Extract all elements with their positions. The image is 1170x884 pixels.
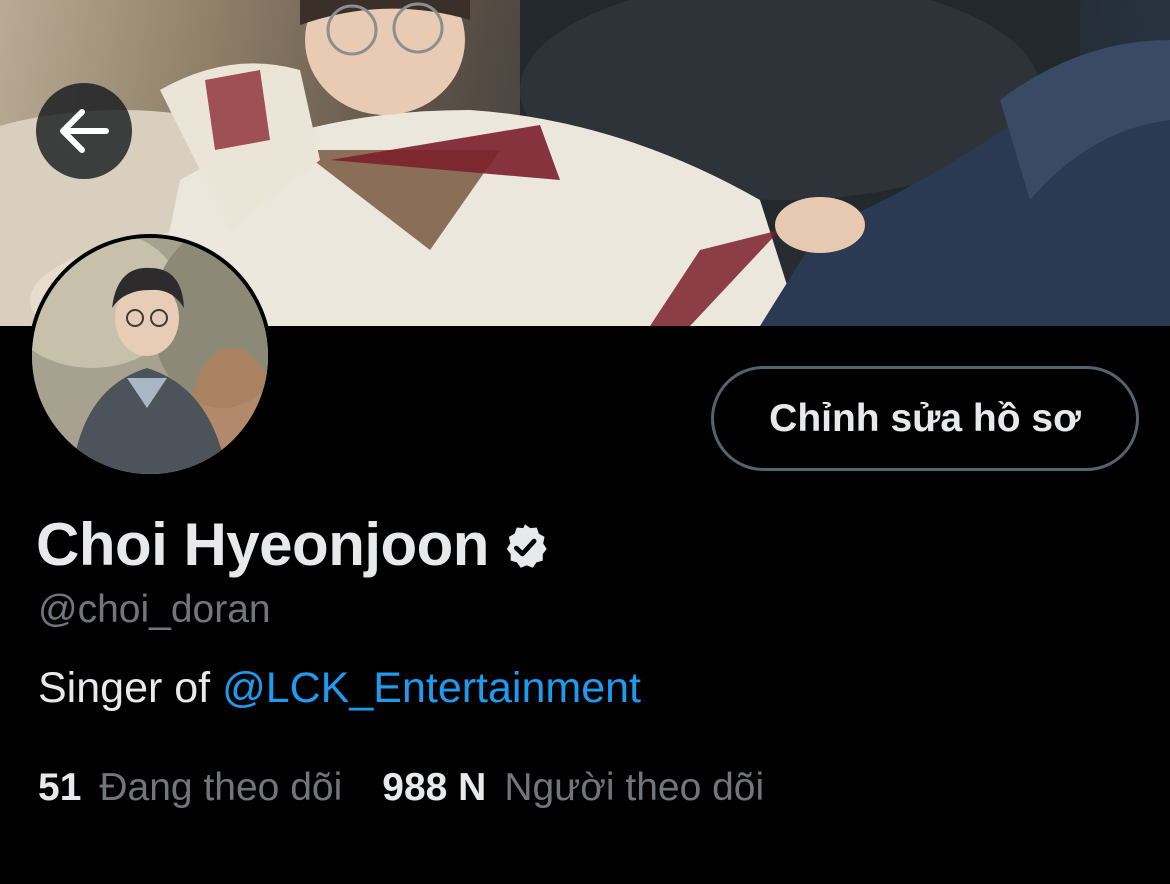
following-label: Đang theo dõi <box>99 766 343 809</box>
following-stat[interactable]: 51 Đang theo dõi <box>38 766 342 810</box>
follow-stats: 51 Đang theo dõi 988 N Người theo dõi <box>38 766 764 810</box>
verified-badge-icon[interactable] <box>499 521 551 573</box>
name-row: Choi Hyeonjoon <box>36 510 551 579</box>
followers-count: 988 N <box>382 766 487 809</box>
edit-profile-button[interactable]: Chỉnh sửa hồ sơ <box>711 366 1139 471</box>
bio-mention-link[interactable]: @LCK_Entertainment <box>222 664 641 712</box>
avatar[interactable] <box>28 234 272 478</box>
followers-label: Người theo dõi <box>504 766 765 809</box>
bio: Singer of @LCK_Entertainment <box>38 664 641 713</box>
display-name: Choi Hyeonjoon <box>36 511 489 578</box>
arrow-left-icon <box>60 109 109 153</box>
back-button[interactable] <box>36 83 132 179</box>
avatar-image <box>32 238 268 474</box>
following-count: 51 <box>38 766 82 809</box>
bio-text: Singer of <box>38 664 223 712</box>
user-handle: @choi_doran <box>38 588 271 631</box>
followers-stat[interactable]: 988 N Người theo dõi <box>382 766 764 810</box>
